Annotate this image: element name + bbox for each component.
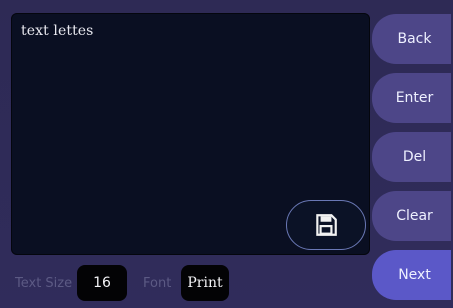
- keyboard-panel: text lettes Back Enter Del Clear Next Te…: [0, 0, 453, 308]
- back-button[interactable]: Back: [372, 14, 451, 64]
- save-icon: [316, 214, 337, 236]
- clear-button[interactable]: Clear: [372, 191, 451, 241]
- save-button[interactable]: [286, 200, 366, 250]
- delete-button[interactable]: Del: [372, 132, 451, 182]
- text-editor[interactable]: text lettes: [11, 13, 370, 255]
- text-size-label: Text Size: [15, 276, 73, 291]
- next-button[interactable]: Next: [372, 250, 451, 300]
- text-size-selector[interactable]: 16: [77, 265, 127, 301]
- bottom-settings-bar: Text Size 16 Font Print: [0, 263, 372, 301]
- enter-button[interactable]: Enter: [372, 73, 451, 123]
- font-selector[interactable]: Print: [181, 265, 229, 301]
- editor-text: text lettes: [21, 23, 94, 39]
- font-label: Font: [143, 276, 172, 291]
